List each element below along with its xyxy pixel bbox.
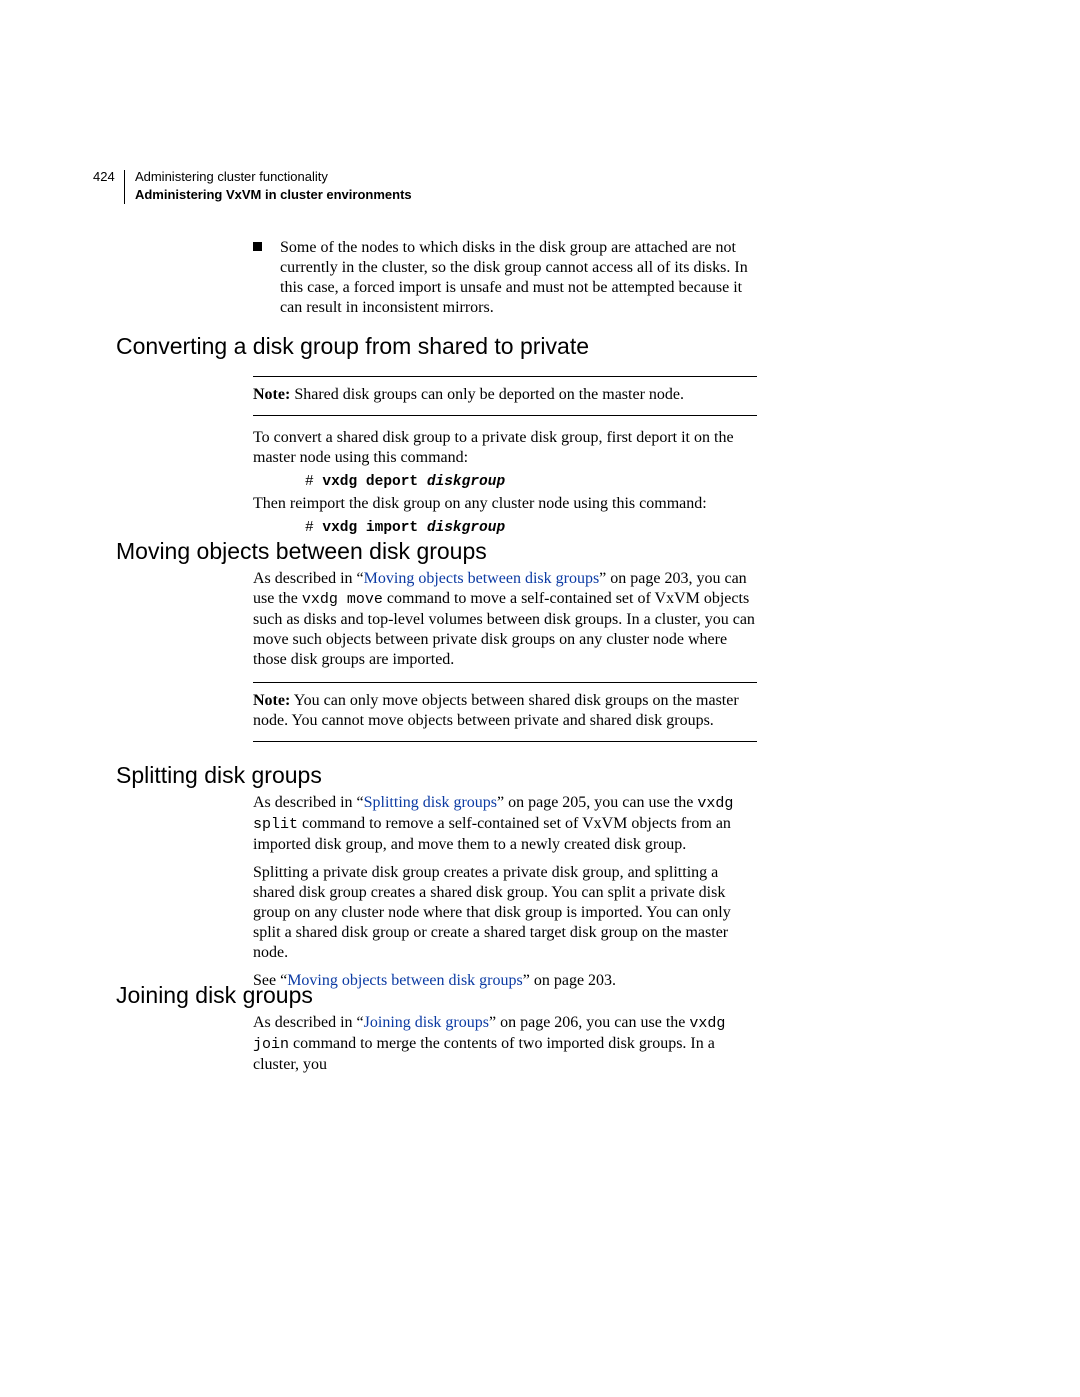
paragraph: As described in “Moving objects between … bbox=[253, 569, 757, 670]
note-content: Note: You can only move objects between … bbox=[253, 683, 757, 741]
command-text: vxdg import bbox=[322, 520, 426, 536]
text: ” on page 205, you can use the bbox=[497, 794, 697, 811]
chapter-title: Administering cluster functionality bbox=[135, 169, 328, 184]
paragraph: As described in “Splitting disk groups” … bbox=[253, 793, 757, 855]
paragraph: Splitting a private disk group creates a… bbox=[253, 863, 757, 963]
header-titles: Administering cluster functionality Admi… bbox=[135, 168, 412, 204]
bullet-text: Some of the nodes to which disks in the … bbox=[280, 239, 748, 316]
page-header: 424 Administering cluster functionality … bbox=[93, 168, 773, 204]
link-moving-objects[interactable]: Moving objects between disk groups bbox=[364, 570, 600, 587]
heading-converting: Converting a disk group from shared to p… bbox=[116, 333, 757, 360]
prompt-hash: # bbox=[305, 520, 322, 536]
heading-joining: Joining disk groups bbox=[116, 982, 757, 1009]
section-title: Administering VxVM in cluster environmen… bbox=[135, 187, 412, 202]
command-text: vxdg deport bbox=[322, 474, 426, 490]
note-rule-bottom bbox=[253, 741, 757, 742]
text: ” on page 206, you can use the bbox=[489, 1014, 689, 1031]
section-splitting: As described in “Splitting disk groups” … bbox=[253, 793, 757, 991]
code-vxdg-move: vxdg move bbox=[302, 591, 383, 608]
command-arg: diskgroup bbox=[427, 520, 505, 536]
command-arg: diskgroup bbox=[427, 474, 505, 490]
heading-moving: Moving objects between disk groups bbox=[116, 538, 757, 565]
paragraph: Then reimport the disk group on any clus… bbox=[253, 494, 757, 514]
heading-splitting: Splitting disk groups bbox=[116, 762, 757, 789]
note-text: Shared disk groups can only be deported … bbox=[290, 386, 684, 403]
prompt-hash: # bbox=[305, 474, 322, 490]
text: As described in “ bbox=[253, 570, 364, 587]
note-box: Note: You can only move objects between … bbox=[253, 682, 757, 742]
text: As described in “ bbox=[253, 1014, 364, 1031]
section-converting: Note: Shared disk groups can only be dep… bbox=[253, 376, 757, 540]
note-text: You can only move objects between shared… bbox=[253, 692, 739, 729]
command-deport: # vxdg deport diskgroup bbox=[305, 472, 757, 492]
text: command to merge the contents of two imp… bbox=[253, 1035, 715, 1073]
note-label: Note: bbox=[253, 386, 290, 403]
note-box: Note: Shared disk groups can only be dep… bbox=[253, 376, 757, 416]
text: As described in “ bbox=[253, 794, 364, 811]
note-label: Note: bbox=[253, 692, 290, 709]
link-joining-groups[interactable]: Joining disk groups bbox=[364, 1014, 489, 1031]
section-joining: As described in “Joining disk groups” on… bbox=[253, 1013, 757, 1075]
page-number: 424 bbox=[93, 168, 115, 186]
paragraph: To convert a shared disk group to a priv… bbox=[253, 428, 757, 468]
bullet-square-icon bbox=[253, 242, 262, 251]
command-import: # vxdg import diskgroup bbox=[305, 518, 757, 538]
text: command to remove a self-contained set o… bbox=[253, 815, 731, 853]
paragraph: As described in “Joining disk groups” on… bbox=[253, 1013, 757, 1075]
note-rule-bottom bbox=[253, 415, 757, 416]
link-splitting-groups[interactable]: Splitting disk groups bbox=[364, 794, 497, 811]
bullet-item: Some of the nodes to which disks in the … bbox=[280, 238, 757, 318]
section-moving: As described in “Moving objects between … bbox=[253, 569, 757, 742]
note-content: Note: Shared disk groups can only be dep… bbox=[253, 377, 757, 415]
page: 424 Administering cluster functionality … bbox=[0, 0, 1080, 1397]
header-divider bbox=[124, 170, 125, 204]
